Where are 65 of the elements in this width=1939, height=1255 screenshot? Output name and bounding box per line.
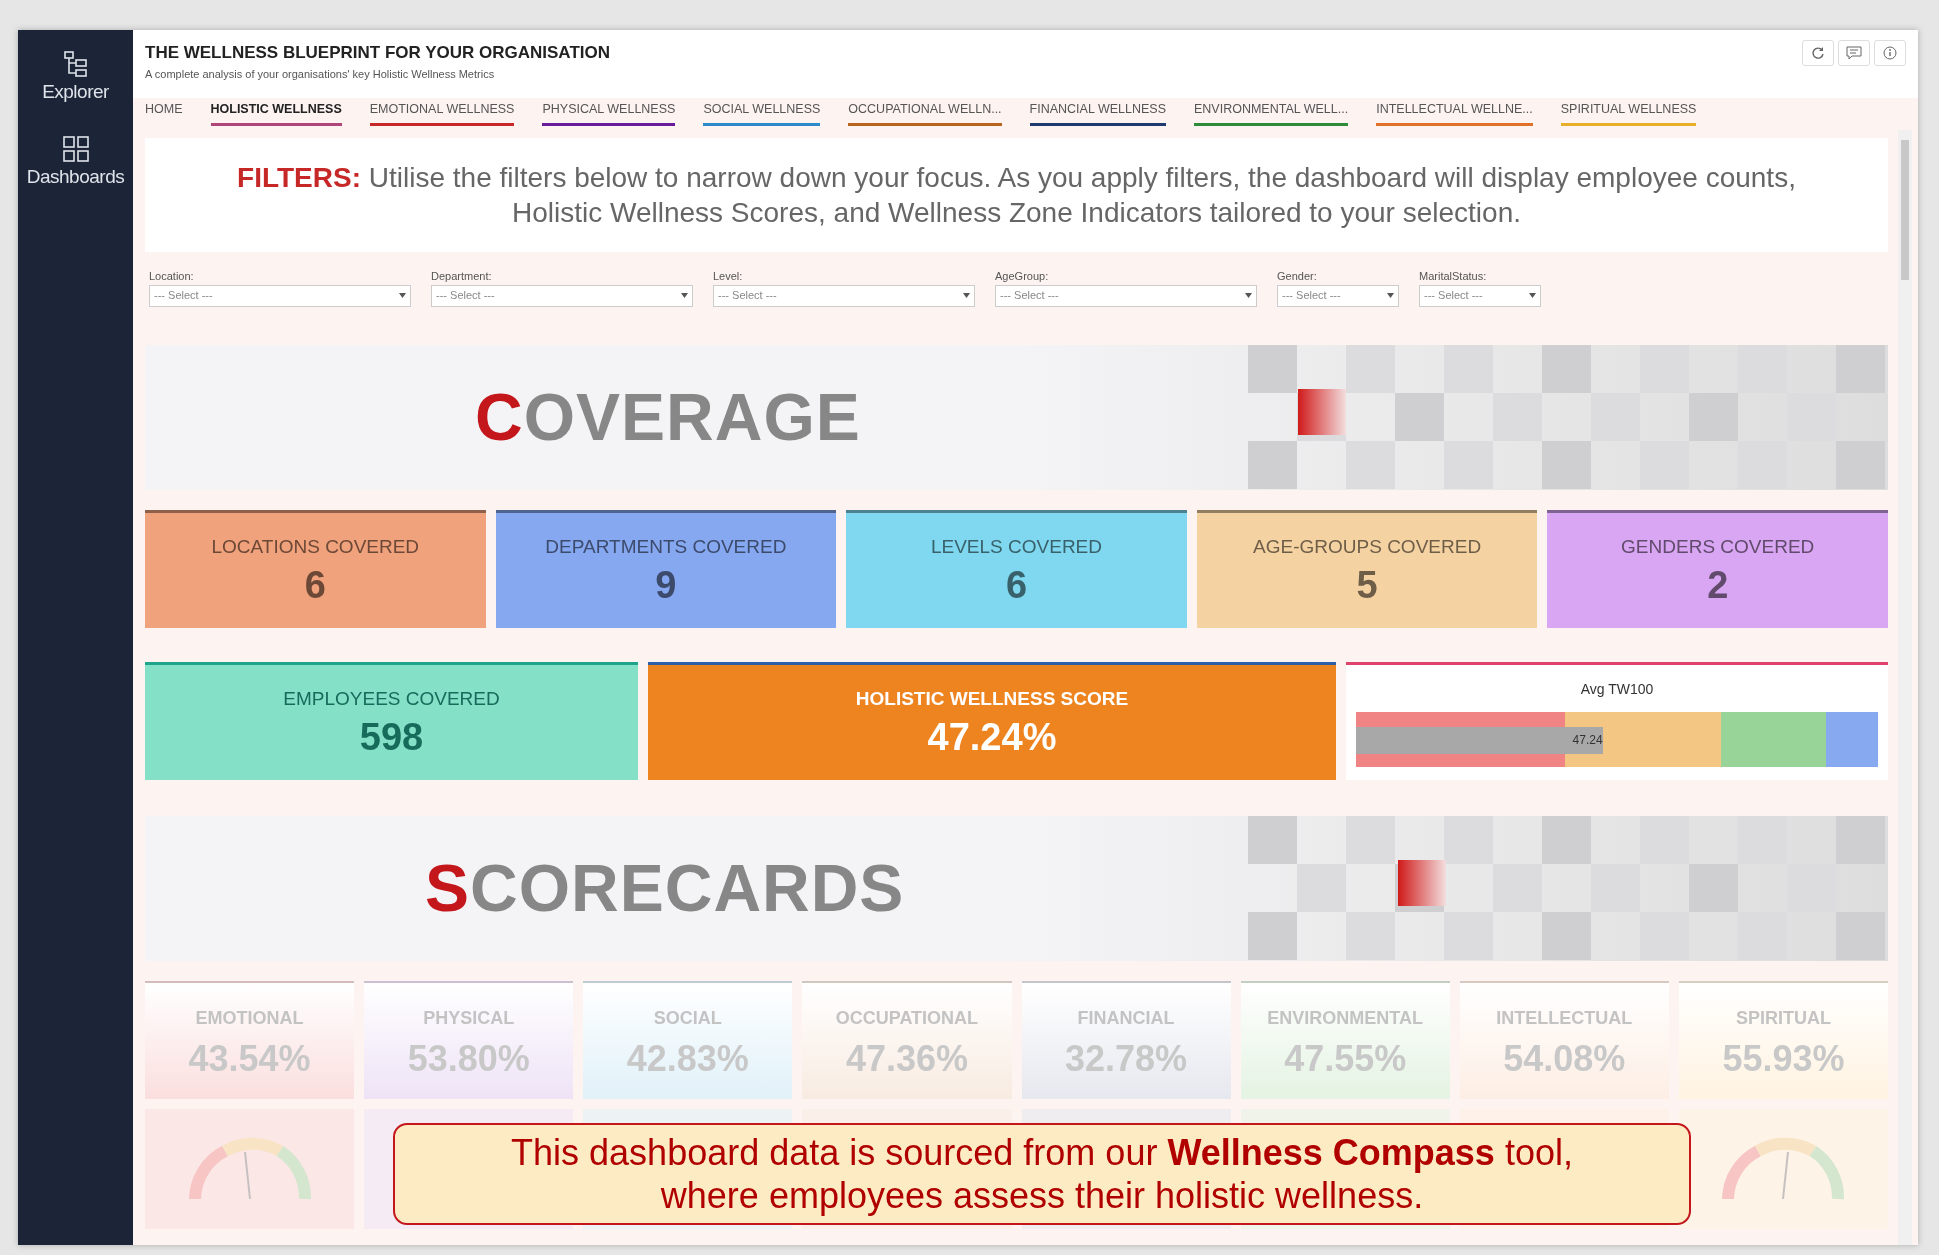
- dashboard-subtitle: A complete analysis of your organisations' key Holistic Wellness Metrics: [145, 66, 496, 82]
- tree-icon[interactable]: [62, 50, 89, 78]
- tab[interactable]: SPIRITUAL WELLNESS: [1560, 98, 1697, 126]
- tab[interactable]: FINANCIAL WELLNESS: [1029, 98, 1166, 126]
- stat-label: LEVELS COVERED: [929, 534, 1104, 559]
- tab[interactable]: INTELLECTUAL WELLNE...: [1376, 98, 1533, 126]
- stat-value: 9: [654, 563, 678, 608]
- chart-title: Avg TW100: [1579, 679, 1655, 699]
- dropdown[interactable]: --- Select ---: [713, 284, 975, 307]
- sidebar-label[interactable]: Dashboards: [26, 162, 125, 191]
- bar-value: 47.24: [1572, 732, 1603, 749]
- info-icon[interactable]: [1874, 40, 1906, 66]
- section-title: COVERAGE: [475, 378, 861, 456]
- tile-label: SOCIAL: [652, 1006, 723, 1030]
- filter-label: Gender:: [1277, 269, 1318, 284]
- tab[interactable]: ENVIRONMENTAL WELL...: [1194, 98, 1349, 126]
- filter-label: Department:: [431, 269, 493, 284]
- caret-icon: [681, 293, 688, 298]
- caret-icon: [963, 293, 970, 298]
- stat-label: AGE-GROUPS COVERED: [1252, 534, 1483, 559]
- caret-icon: [1529, 293, 1536, 298]
- dropdown[interactable]: --- Select ---: [1419, 284, 1541, 307]
- stat-label: GENDERS COVERED: [1620, 534, 1816, 559]
- tile-label: EMOTIONAL: [194, 1006, 305, 1030]
- stat-value: 47.24%: [926, 715, 1058, 760]
- stat-value: 6: [303, 563, 327, 608]
- stat-value: 5: [1355, 563, 1379, 608]
- dropdown[interactable]: --- Select ---: [995, 284, 1257, 307]
- refresh-icon[interactable]: [1802, 40, 1834, 66]
- stat-label: EMPLOYEES COVERED: [282, 686, 501, 711]
- dropdown[interactable]: --- Select ---: [149, 284, 411, 307]
- info-callout: This dashboard data is sourced from our Wellness Compass tool, where employees assess their holistic wellness.: [393, 1123, 1691, 1226]
- stat-value: 2: [1706, 563, 1730, 608]
- tab[interactable]: OCCUPATIONAL WELLN...: [848, 98, 1002, 126]
- tile-label: INTELLECTUAL: [1495, 1006, 1634, 1030]
- tab[interactable]: SOCIAL WELLNESS: [703, 98, 821, 126]
- stat-label: DEPARTMENTS COVERED: [544, 534, 788, 559]
- stat-label: HOLISTIC WELLNESS SCORE: [854, 686, 1130, 711]
- section-title: SCORECARDS: [425, 849, 905, 927]
- tile-label: PHYSICAL: [422, 1006, 516, 1030]
- filter-label: AgeGroup:: [995, 269, 1050, 284]
- tile-label: FINANCIAL: [1076, 1006, 1176, 1030]
- stat-label: LOCATIONS COVERED: [210, 534, 421, 559]
- filters-instructions: FILTERS: Utilise the filters below to narrow down your focus. As you apply filters, the dashboard will display employee counts, Holistic Wellness Scores, and Wellness Zone Indicators tailored to your selection.: [145, 138, 1888, 252]
- tile-label: SPIRITUAL: [1734, 1006, 1832, 1030]
- caret-icon: [399, 293, 406, 298]
- tab[interactable]: HOLISTIC WELLNESS: [210, 98, 342, 126]
- caret-icon: [1245, 293, 1252, 298]
- dashboard-title: THE WELLNESS BLUEPRINT FOR YOUR ORGANISATION: [145, 42, 610, 64]
- sidebar-label[interactable]: Explorer: [42, 78, 109, 107]
- filter-label: Level:: [713, 269, 744, 284]
- tab[interactable]: PHYSICAL WELLNESS: [542, 98, 676, 126]
- dropdown[interactable]: --- Select ---: [431, 284, 693, 307]
- tile-label: ENVIRONMENTAL: [1266, 1006, 1424, 1030]
- caret-icon: [1387, 293, 1394, 298]
- grid-icon[interactable]: [61, 134, 90, 163]
- stat-value: 6: [1004, 563, 1029, 608]
- tile-label: OCCUPATIONAL: [834, 1006, 980, 1030]
- filter-label: MaritalStatus:: [1419, 269, 1488, 284]
- tab[interactable]: HOME: [145, 98, 183, 126]
- tab[interactable]: EMOTIONAL WELLNESS: [369, 98, 515, 126]
- dropdown[interactable]: --- Select ---: [1277, 284, 1399, 307]
- stat-value: 598: [358, 715, 425, 760]
- filter-label: Location:: [149, 269, 195, 284]
- scrollbar[interactable]: [1898, 130, 1912, 1245]
